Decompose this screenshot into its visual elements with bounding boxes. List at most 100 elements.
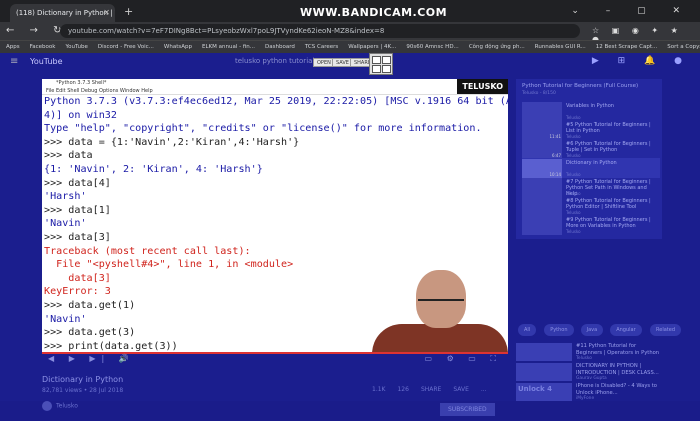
video-action-button[interactable]: 126 bbox=[397, 386, 408, 393]
youtube-page: ≡ YouTube telusko python tutorial OPEN S… bbox=[0, 53, 700, 416]
playlist-thumbnail[interactable] bbox=[522, 102, 562, 121]
playlist-item[interactable]: Variables in Python Telusko bbox=[522, 101, 660, 121]
bookmark-item[interactable]: 12 Best Scrape Capt... bbox=[596, 44, 658, 50]
bookmark-item[interactable]: YouTube bbox=[65, 44, 87, 50]
recommended-video[interactable]: Unlock 4 iPhone is Disabled? - 4 Ways to … bbox=[516, 383, 662, 421]
recommended-channel: iMyFone bbox=[576, 396, 595, 401]
header-icons[interactable]: ▶ ⊞ 🔔 ● bbox=[592, 56, 690, 66]
window-controls[interactable]: ⌄ – ▢ ✕ bbox=[571, 6, 692, 16]
playlist-thumbnail[interactable]: 6:47 bbox=[522, 140, 562, 159]
bookmark-item[interactable]: Dashboard bbox=[265, 44, 295, 50]
hamburger-menu-icon[interactable]: ≡ bbox=[10, 56, 18, 67]
subscribe-button[interactable]: SUBSCRIBED bbox=[440, 403, 495, 416]
recommended-channel: Gaurav Gupta bbox=[576, 376, 607, 381]
close-tab-icon[interactable]: ✕ bbox=[103, 8, 110, 17]
video-action-button[interactable]: SAVE bbox=[453, 386, 469, 393]
channel-row[interactable]: Telusko bbox=[42, 401, 78, 411]
playlist-item[interactable]: 10:14 Dictionary in Python Telusko bbox=[522, 158, 660, 178]
tab-title: (118) Dictionary in Python | YouTu bbox=[16, 9, 115, 17]
url-field[interactable]: youtube.com/watch?v=7eF7DINg8Bct=PLsyeob… bbox=[60, 24, 580, 38]
filter-chip[interactable]: Python bbox=[544, 324, 574, 336]
playlist-item[interactable]: #7 Python Tutorial for Beginners | Pytho… bbox=[522, 177, 660, 197]
bookmark-item[interactable]: TCS Careers bbox=[305, 44, 338, 50]
bookmark-item[interactable]: Facebook bbox=[30, 44, 56, 50]
recorder-watermark: WWW.BANDICAM.COM bbox=[300, 6, 448, 19]
presenter-image bbox=[372, 264, 508, 352]
video-title: Dictionary in Python bbox=[42, 375, 124, 384]
filter-chip[interactable]: Angular bbox=[610, 324, 642, 336]
recommended-thumbnail[interactable]: Unlock 4 bbox=[516, 383, 572, 401]
shell-line: Python 3.7.3 (v3.7.3:ef4ec6ed12, Mar 25 … bbox=[44, 96, 508, 107]
bookmark-item[interactable]: Discord - Free Voic... bbox=[98, 44, 154, 50]
playlist-item[interactable]: 6:47 #6 Python Tutorial for Beginners | T… bbox=[522, 139, 660, 159]
playlist-item-title: #6 Python Tutorial for Beginners | Tuple… bbox=[566, 141, 651, 153]
channel-avatar[interactable] bbox=[42, 401, 52, 411]
playlist-item[interactable]: #8 Python Tutorial for Beginners | Pytho… bbox=[522, 196, 660, 216]
shell-line: 'Harsh' bbox=[44, 191, 87, 203]
playlist-item-title: #8 Python Tutorial for Beginners | Pytho… bbox=[566, 198, 651, 210]
recommended-thumbnail[interactable] bbox=[516, 343, 572, 361]
shell-line: >>> data[1] bbox=[44, 204, 111, 216]
recommended-title: #11 Python Tutorial for Beginners | Oper… bbox=[576, 343, 660, 356]
shell-menu-bar: File Edit Shell Debug Options Window Hel… bbox=[42, 87, 508, 95]
playlist-thumbnail[interactable]: 10:14 bbox=[522, 159, 562, 178]
thumbnail-text: Unlock 4 bbox=[518, 385, 552, 393]
video-action-button[interactable]: 1.1K bbox=[372, 386, 385, 393]
recommended-thumbnail[interactable] bbox=[516, 363, 572, 381]
shell-line: 'Navin' bbox=[44, 218, 87, 230]
video-meta: 82,781 views • 28 Jul 2018 bbox=[42, 387, 124, 394]
shell-line: Traceback (most recent call last): bbox=[44, 245, 251, 257]
shell-line: >>> data[4] bbox=[44, 177, 111, 189]
recorder-toolbar[interactable] bbox=[369, 53, 393, 75]
bookmark-item[interactable]: Công động ứng ph... bbox=[469, 44, 525, 50]
recommended-title: DICTIONARY IN PYTHON | INTRODUCTION | DE… bbox=[576, 363, 659, 376]
filter-chip[interactable]: All bbox=[518, 324, 537, 336]
bookmark-item[interactable]: Runnables GUI R... bbox=[535, 44, 586, 50]
playlist-item-title: #5 Python Tutorial for Beginners | List … bbox=[566, 122, 651, 134]
video-action-button[interactable]: SHARE bbox=[421, 386, 441, 393]
playlist-subtitle: Telusko - 8/150 bbox=[522, 91, 556, 96]
filter-chip[interactable]: Java bbox=[580, 324, 604, 336]
address-bar-row: ← → ↻ ⌂ youtube.com/watch?v=7eF7DINg8Bct… bbox=[0, 22, 700, 44]
recommended-title: iPhone is Disabled? - 4 Ways to Unlock i… bbox=[576, 383, 657, 396]
playlist-panel: Python Tutorial for Beginners (Full Cour… bbox=[516, 79, 662, 239]
playlist-item-title: Dictionary in Python bbox=[566, 160, 617, 166]
filter-chips: All Python Java Angular Related bbox=[516, 324, 681, 338]
playlist-item-channel: Telusko bbox=[566, 229, 581, 234]
new-tab-button[interactable]: + bbox=[124, 5, 133, 18]
browser-tab-strip: (118) Dictionary in Python | YouTu ✕ + W… bbox=[0, 0, 700, 22]
bookmark-item[interactable]: WhatsApp bbox=[164, 44, 192, 50]
playlist-item-title: Variables in Python bbox=[566, 103, 614, 109]
playlist-thumbnail[interactable] bbox=[522, 216, 562, 235]
bookmark-item[interactable]: Apps bbox=[6, 44, 20, 50]
shell-line: Type "help", "copyright", "credits" or "… bbox=[44, 123, 482, 135]
youtube-header: ≡ YouTube telusko python tutorial OPEN S… bbox=[0, 53, 700, 75]
playlist-thumbnail[interactable] bbox=[522, 178, 562, 197]
channel-name[interactable]: Telusko bbox=[56, 403, 78, 410]
playlist-item[interactable]: #9 Python Tutorial for Beginners | More … bbox=[522, 215, 660, 235]
video-player[interactable]: *Python 3.7.3 Shell* File Edit Shell Deb… bbox=[42, 79, 508, 352]
playlist-item[interactable]: 11:41 #5 Python Tutorial for Beginners | … bbox=[522, 120, 660, 140]
playlist-title[interactable]: Python Tutorial for Beginners (Full Cour… bbox=[522, 83, 638, 89]
video-actions[interactable]: 1.1K 126 SHARE SAVE... bbox=[372, 386, 499, 393]
brand-badge: TELUSKO bbox=[457, 79, 508, 94]
bookmarks-bar: Apps Facebook YouTube Discord - Free Voic..… bbox=[0, 40, 700, 53]
bookmark-item[interactable]: ELKM annual - fin... bbox=[202, 44, 255, 50]
playlist-item-title: #9 Python Tutorial for Beginners | More … bbox=[566, 217, 651, 229]
shell-line: 4)] on win32 bbox=[44, 109, 117, 121]
playlist-thumbnail[interactable] bbox=[522, 197, 562, 216]
bookmark-item[interactable]: Wallpapers | 4K... bbox=[348, 44, 396, 50]
bookmark-item[interactable]: 90s60 Amnsc HD... bbox=[406, 44, 458, 50]
shell-line: >>> data[3] bbox=[44, 231, 111, 243]
playlist-thumbnail[interactable]: 11:41 bbox=[522, 121, 562, 140]
player-controls[interactable]: ◀ ▶ ▶| 🔊 ▭ ⚙ ▭ ⛶ bbox=[42, 354, 508, 366]
shell-line: >>> data bbox=[44, 150, 93, 162]
settings-controls-icons[interactable]: ▭ ⚙ ▭ ⛶ bbox=[424, 354, 502, 364]
youtube-logo[interactable]: YouTube bbox=[30, 57, 63, 66]
shell-line: >>> data = {1:'Navin',2:'Kiran',4:'Harsh… bbox=[44, 136, 300, 148]
browser-tab[interactable]: (118) Dictionary in Python | YouTu ✕ bbox=[10, 4, 115, 22]
play-controls-icons[interactable]: ◀ ▶ ▶| 🔊 bbox=[48, 354, 135, 363]
bookmark-item[interactable]: Sort a Copy: Zapier bbox=[667, 44, 700, 50]
filter-chip[interactable]: Related bbox=[650, 324, 681, 336]
video-action-button[interactable]: ... bbox=[481, 386, 487, 393]
